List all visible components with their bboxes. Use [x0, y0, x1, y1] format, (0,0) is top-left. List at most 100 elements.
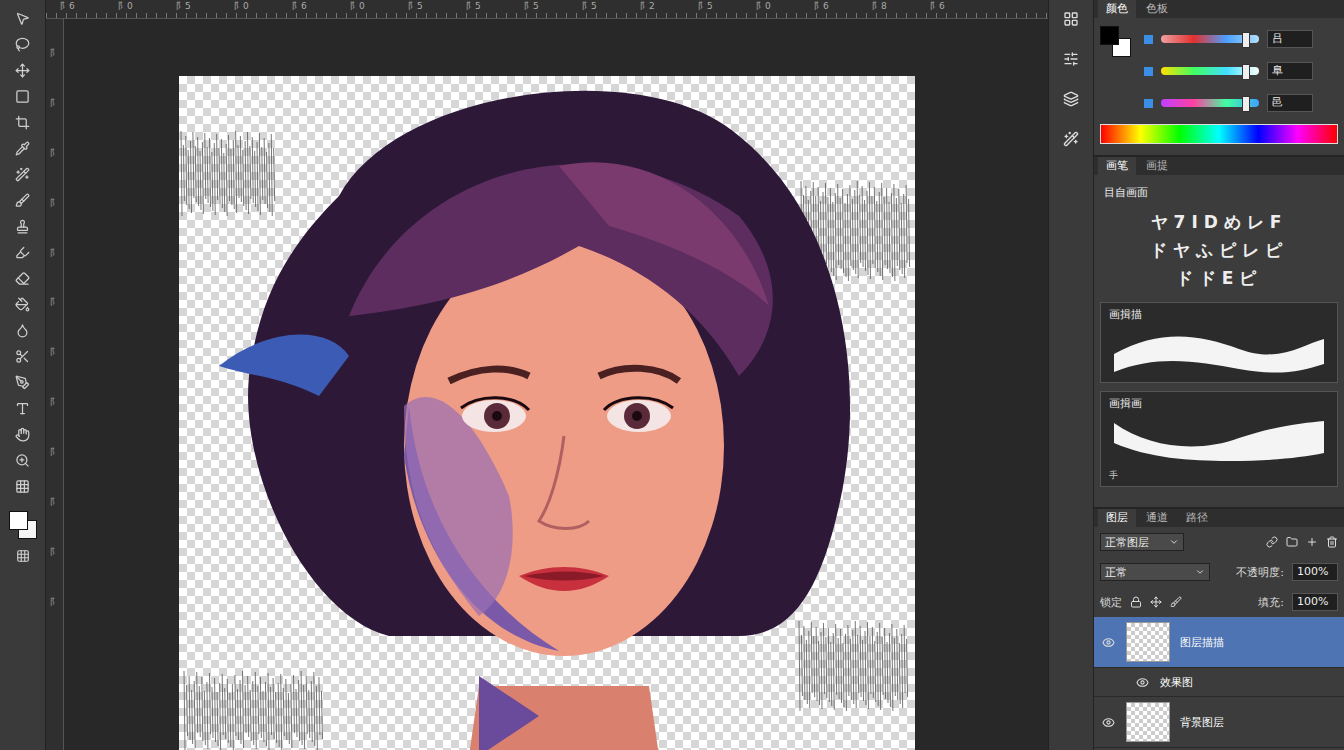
ruler-label: 阝5	[582, 0, 640, 18]
hand-tool[interactable]	[12, 424, 34, 444]
brush-icon	[15, 193, 30, 208]
select-tool[interactable]	[12, 8, 34, 28]
ruler-label: 阝	[50, 598, 59, 608]
brush-preset-row[interactable]: ヤ7IDめレF	[1151, 212, 1288, 232]
ruler-label: 阝	[50, 199, 59, 209]
color-swatches[interactable]	[8, 510, 38, 540]
brush-icon[interactable]	[1170, 596, 1182, 608]
dock-button[interactable]	[1059, 8, 1083, 30]
tab-row: 颜色色板	[1094, 0, 1344, 18]
panel-tab[interactable]: 通道	[1138, 509, 1176, 527]
stroke-preview[interactable]: 画揖描	[1100, 302, 1338, 383]
color-spectrum[interactable]	[1100, 124, 1338, 144]
panel-tab[interactable]: 色板	[1138, 0, 1176, 18]
slider-thumb[interactable]	[1242, 32, 1250, 48]
bucket-tool[interactable]	[12, 294, 34, 314]
stroke-preview[interactable]: 画揖画手	[1100, 391, 1338, 487]
panel-tab[interactable]: 画提	[1138, 157, 1176, 175]
marquee-tool[interactable]	[12, 86, 34, 106]
panel-tab[interactable]: 画笔	[1098, 157, 1136, 175]
panel-tab[interactable]: 图层	[1098, 509, 1136, 527]
scribble-mark	[181, 131, 275, 216]
panel-icon	[1063, 131, 1079, 147]
marquee-icon	[15, 89, 30, 104]
dock-button[interactable]	[1059, 88, 1083, 110]
foreground-swatch[interactable]	[1100, 26, 1119, 45]
layer-filter-dropdown[interactable]: 正常图层	[1100, 533, 1184, 551]
lock-icon[interactable]	[1130, 596, 1142, 608]
color-slider[interactable]	[1161, 35, 1259, 43]
zoom-icon	[15, 453, 30, 468]
ruler-label: 阝2	[640, 0, 698, 18]
layer-row[interactable]: 效果图	[1094, 668, 1344, 697]
eraser-tool[interactable]	[12, 268, 34, 288]
foreground-swatch[interactable]	[9, 511, 28, 530]
layer-name: 图层描描	[1180, 635, 1224, 650]
opacity-field[interactable]: 100%	[1292, 563, 1338, 581]
pen-tool[interactable]	[12, 372, 34, 392]
color-slider[interactable]	[1161, 67, 1259, 75]
color-slider-row: 吕	[1144, 30, 1338, 48]
channel-icon	[1144, 67, 1153, 76]
visibility-toggle[interactable]	[1100, 636, 1116, 649]
move-tool[interactable]	[12, 60, 34, 80]
panel-tab[interactable]: 颜色	[1098, 0, 1136, 18]
link-icon[interactable]	[1266, 536, 1278, 548]
ruler-label: 阝6	[930, 0, 988, 18]
blend-mode-dropdown[interactable]: 正常	[1100, 563, 1210, 581]
layer-row[interactable]: 图层描描	[1094, 617, 1344, 668]
brush-preset-row[interactable]: ドヤふピレピ	[1150, 240, 1288, 260]
dock-button[interactable]	[1059, 128, 1083, 150]
panel-tab[interactable]: 路径	[1178, 509, 1216, 527]
ruler-label: 阝	[50, 49, 59, 59]
color-value-field[interactable]: 阜	[1267, 62, 1313, 80]
eye-icon	[1102, 636, 1115, 649]
ruler-label: 阝0	[118, 0, 176, 18]
layer-name: 效果图	[1160, 675, 1193, 690]
eyedropper-tool[interactable]	[12, 138, 34, 158]
add-icon[interactable]	[1306, 536, 1318, 548]
folder-icon[interactable]	[1286, 536, 1298, 548]
visibility-toggle[interactable]	[1134, 676, 1150, 689]
scissors-tool[interactable]	[12, 346, 34, 366]
color-value-field[interactable]: 吕	[1267, 30, 1313, 48]
brush-tool[interactable]	[12, 190, 34, 210]
grid-tool[interactable]	[12, 476, 34, 496]
ruler-label: 阝5	[408, 0, 466, 18]
ruler-label: 阝5	[524, 0, 582, 18]
color-value-field[interactable]: 邑	[1267, 94, 1313, 112]
layer-row[interactable]: 背景图层	[1094, 697, 1344, 748]
slider-thumb[interactable]	[1242, 96, 1250, 112]
scissors-icon	[15, 349, 30, 364]
move-icon[interactable]	[1150, 596, 1162, 608]
panel-icon	[1063, 11, 1079, 27]
brush-panel: 画笔画提目自画面ヤ7IDめレF ドヤふピレピドドЕピ画揖描画揖画手	[1094, 157, 1344, 509]
panel-title: 目自画面	[1094, 175, 1344, 206]
color-picker-swatches[interactable]	[1100, 26, 1136, 62]
brush-preset-row[interactable]: ドドЕピ	[1176, 268, 1263, 288]
document-area: 阝6阝0阝5阝0阝6阝0阝5阝5阝5阝5阝2阝5阝0阝6阝8阝6阝阝阝阝阝阝阝阝…	[46, 0, 1048, 750]
scribble-mark	[184, 671, 322, 750]
trash-icon[interactable]	[1326, 536, 1338, 548]
hand-icon	[15, 427, 30, 442]
dock-button[interactable]	[1059, 48, 1083, 70]
crop-tool[interactable]	[12, 112, 34, 132]
panel-icon	[1063, 91, 1079, 107]
layer-thumbnail	[1126, 702, 1170, 742]
visibility-toggle[interactable]	[1100, 716, 1116, 729]
wand-tool[interactable]	[12, 164, 34, 184]
panel-dock	[1048, 0, 1094, 750]
document-canvas[interactable]	[179, 76, 915, 750]
fill-field[interactable]: 100%	[1292, 593, 1338, 611]
slider-thumb[interactable]	[1242, 64, 1250, 80]
zoom-tool[interactable]	[12, 450, 34, 470]
color-slider-row: 阜	[1144, 62, 1338, 80]
quick-mask-button[interactable]	[12, 546, 34, 566]
type-tool[interactable]	[12, 398, 34, 418]
highlighter-tool[interactable]	[12, 242, 34, 262]
tool-bar	[0, 0, 46, 750]
lasso-tool[interactable]	[12, 34, 34, 54]
color-slider[interactable]	[1161, 99, 1259, 107]
stamp-tool[interactable]	[12, 216, 34, 236]
blur-tool[interactable]	[12, 320, 34, 340]
